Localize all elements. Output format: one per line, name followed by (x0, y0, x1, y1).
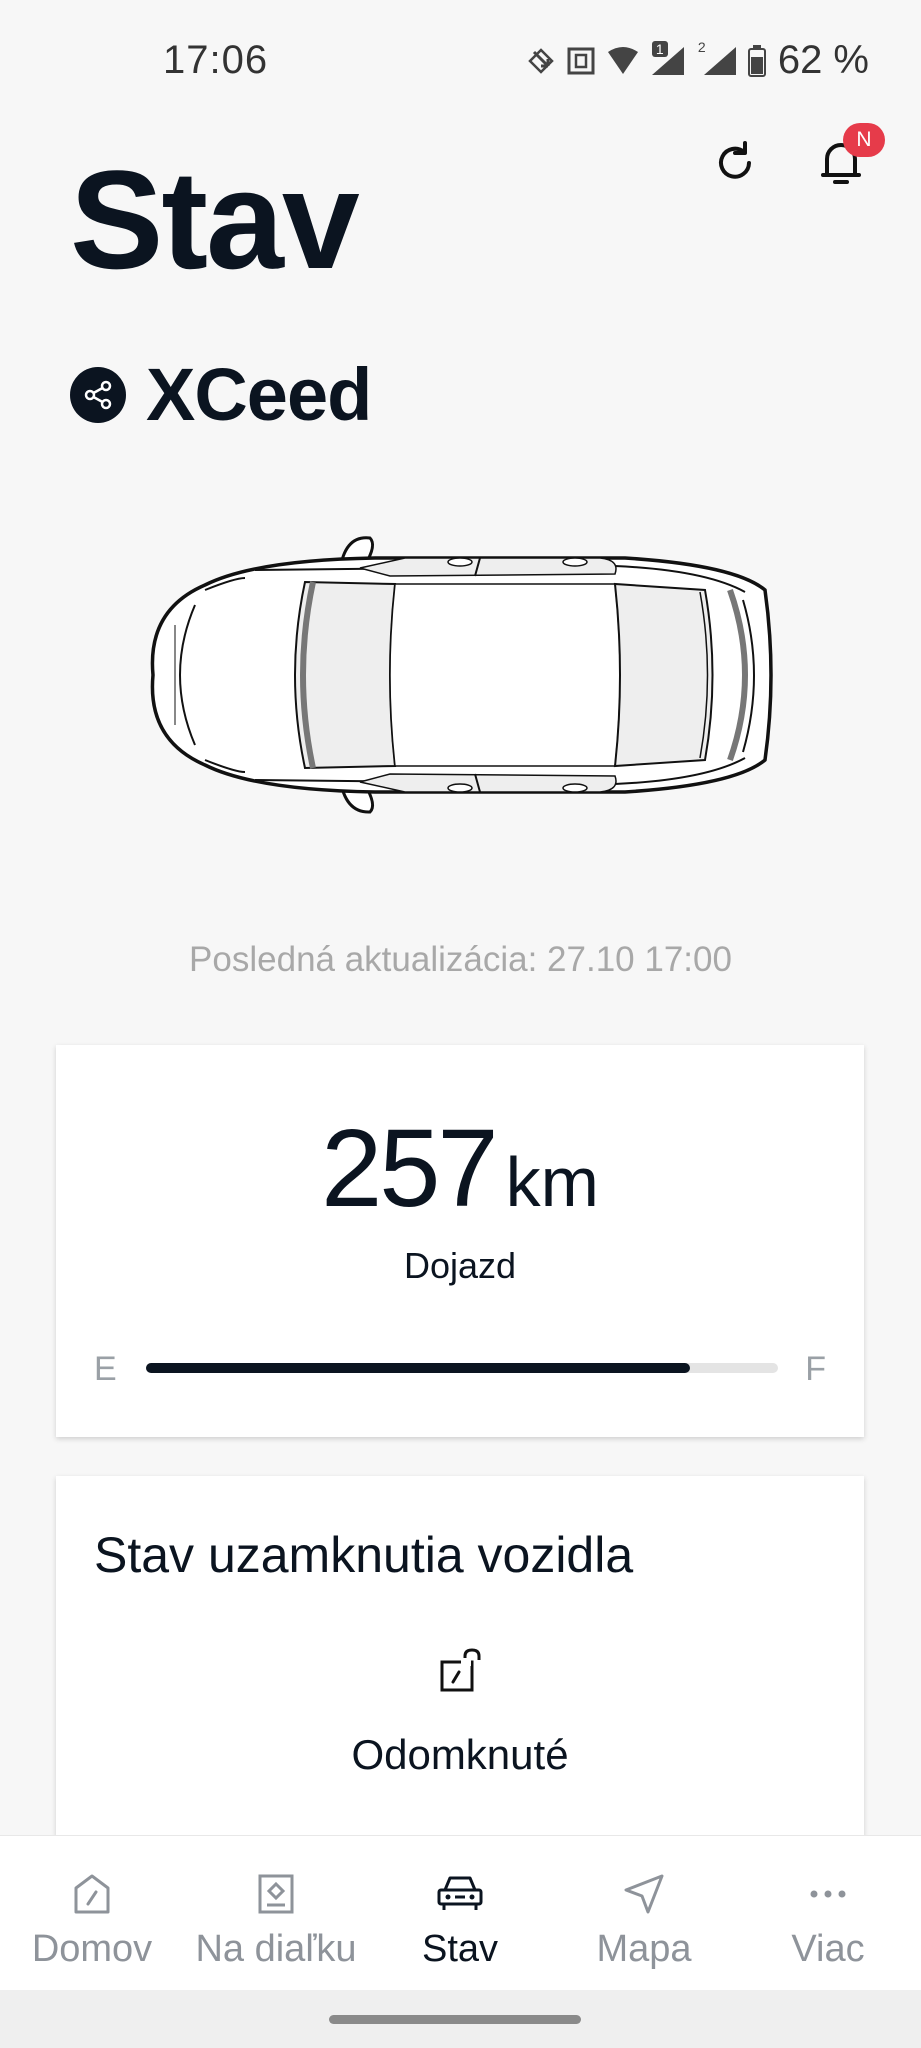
car-top-view-image (145, 530, 781, 820)
battery-percent: 62 % (777, 38, 869, 82)
range-unit: km (505, 1143, 599, 1221)
fuel-gauge-empty-label: E (94, 1350, 117, 1388)
nav-item-more[interactable]: Viac (736, 1836, 920, 1991)
lock-status-value: Odomknuté (351, 1731, 569, 1778)
nav-item-status[interactable]: Stav (368, 1836, 552, 1991)
remote-icon (248, 1866, 304, 1922)
notifications-button[interactable]: N (813, 123, 885, 191)
map-arrow-icon (616, 1866, 672, 1922)
vehicle-name: XCeed (146, 353, 372, 436)
battery-icon (747, 44, 766, 77)
fuel-gauge (146, 1347, 780, 1389)
more-icon (800, 1866, 856, 1922)
wifi-icon (607, 46, 638, 74)
signal-sim1-icon: 1 (650, 40, 688, 77)
data-sync-icon (528, 47, 554, 74)
refresh-button[interactable] (707, 135, 763, 191)
nav-label-map: Mapa (596, 1928, 692, 1970)
home-icon (64, 1866, 120, 1922)
nav-label-status: Stav (421, 1928, 499, 1970)
fuel-gauge-tick (778, 1347, 780, 1389)
header-actions: N (707, 123, 885, 191)
share-icon (70, 366, 126, 423)
nav-label-more: Viac (791, 1928, 865, 1970)
vehicle-selector[interactable]: XCeed (70, 352, 372, 437)
range-value: 257 (321, 1107, 499, 1230)
nav-item-remote[interactable]: Na diaľku (184, 1836, 368, 1991)
home-indicator[interactable] (329, 2015, 581, 2024)
page-title: Stav (70, 141, 360, 298)
range-label: Dojazd (403, 1245, 517, 1286)
range-value-row: 257 km (56, 1105, 864, 1232)
nav-item-map[interactable]: Mapa (552, 1836, 736, 1991)
nfc-icon (567, 47, 595, 74)
unlocked-icon (439, 1648, 483, 1699)
car-icon (432, 1866, 488, 1922)
status-icons: 1 2 62 % (526, 38, 869, 83)
notification-badge: N (843, 123, 885, 157)
nav-label-remote: Na diaľku (195, 1928, 357, 1970)
lock-status-title: Stav uzamknutia vozidla (94, 1527, 634, 1583)
nav-label-home: Domov (31, 1928, 153, 1970)
status-bar: 17:06 1 2 62 % (0, 0, 921, 120)
nav-item-home[interactable]: Domov (0, 1836, 184, 1991)
fuel-gauge-full-label: F (805, 1350, 826, 1388)
refresh-icon (719, 141, 751, 179)
sim1-badge: 1 (651, 40, 668, 57)
fuel-gauge-tick (714, 1347, 717, 1389)
signal-sim2-icon: 2 (698, 39, 738, 77)
fuel-gauge-fill (146, 1363, 690, 1373)
last-update-text: Posledná aktualizácia: 27.10 17:00 (189, 940, 732, 979)
lock-status-card[interactable]: Stav uzamknutia vozidla Odomknuté (56, 1476, 864, 1836)
bottom-navigation: Domov Na diaľku Stav Mapa Viac (0, 1835, 921, 1991)
status-time: 17:06 (163, 38, 269, 82)
range-card[interactable]: 257 km Dojazd E F (56, 1045, 864, 1437)
